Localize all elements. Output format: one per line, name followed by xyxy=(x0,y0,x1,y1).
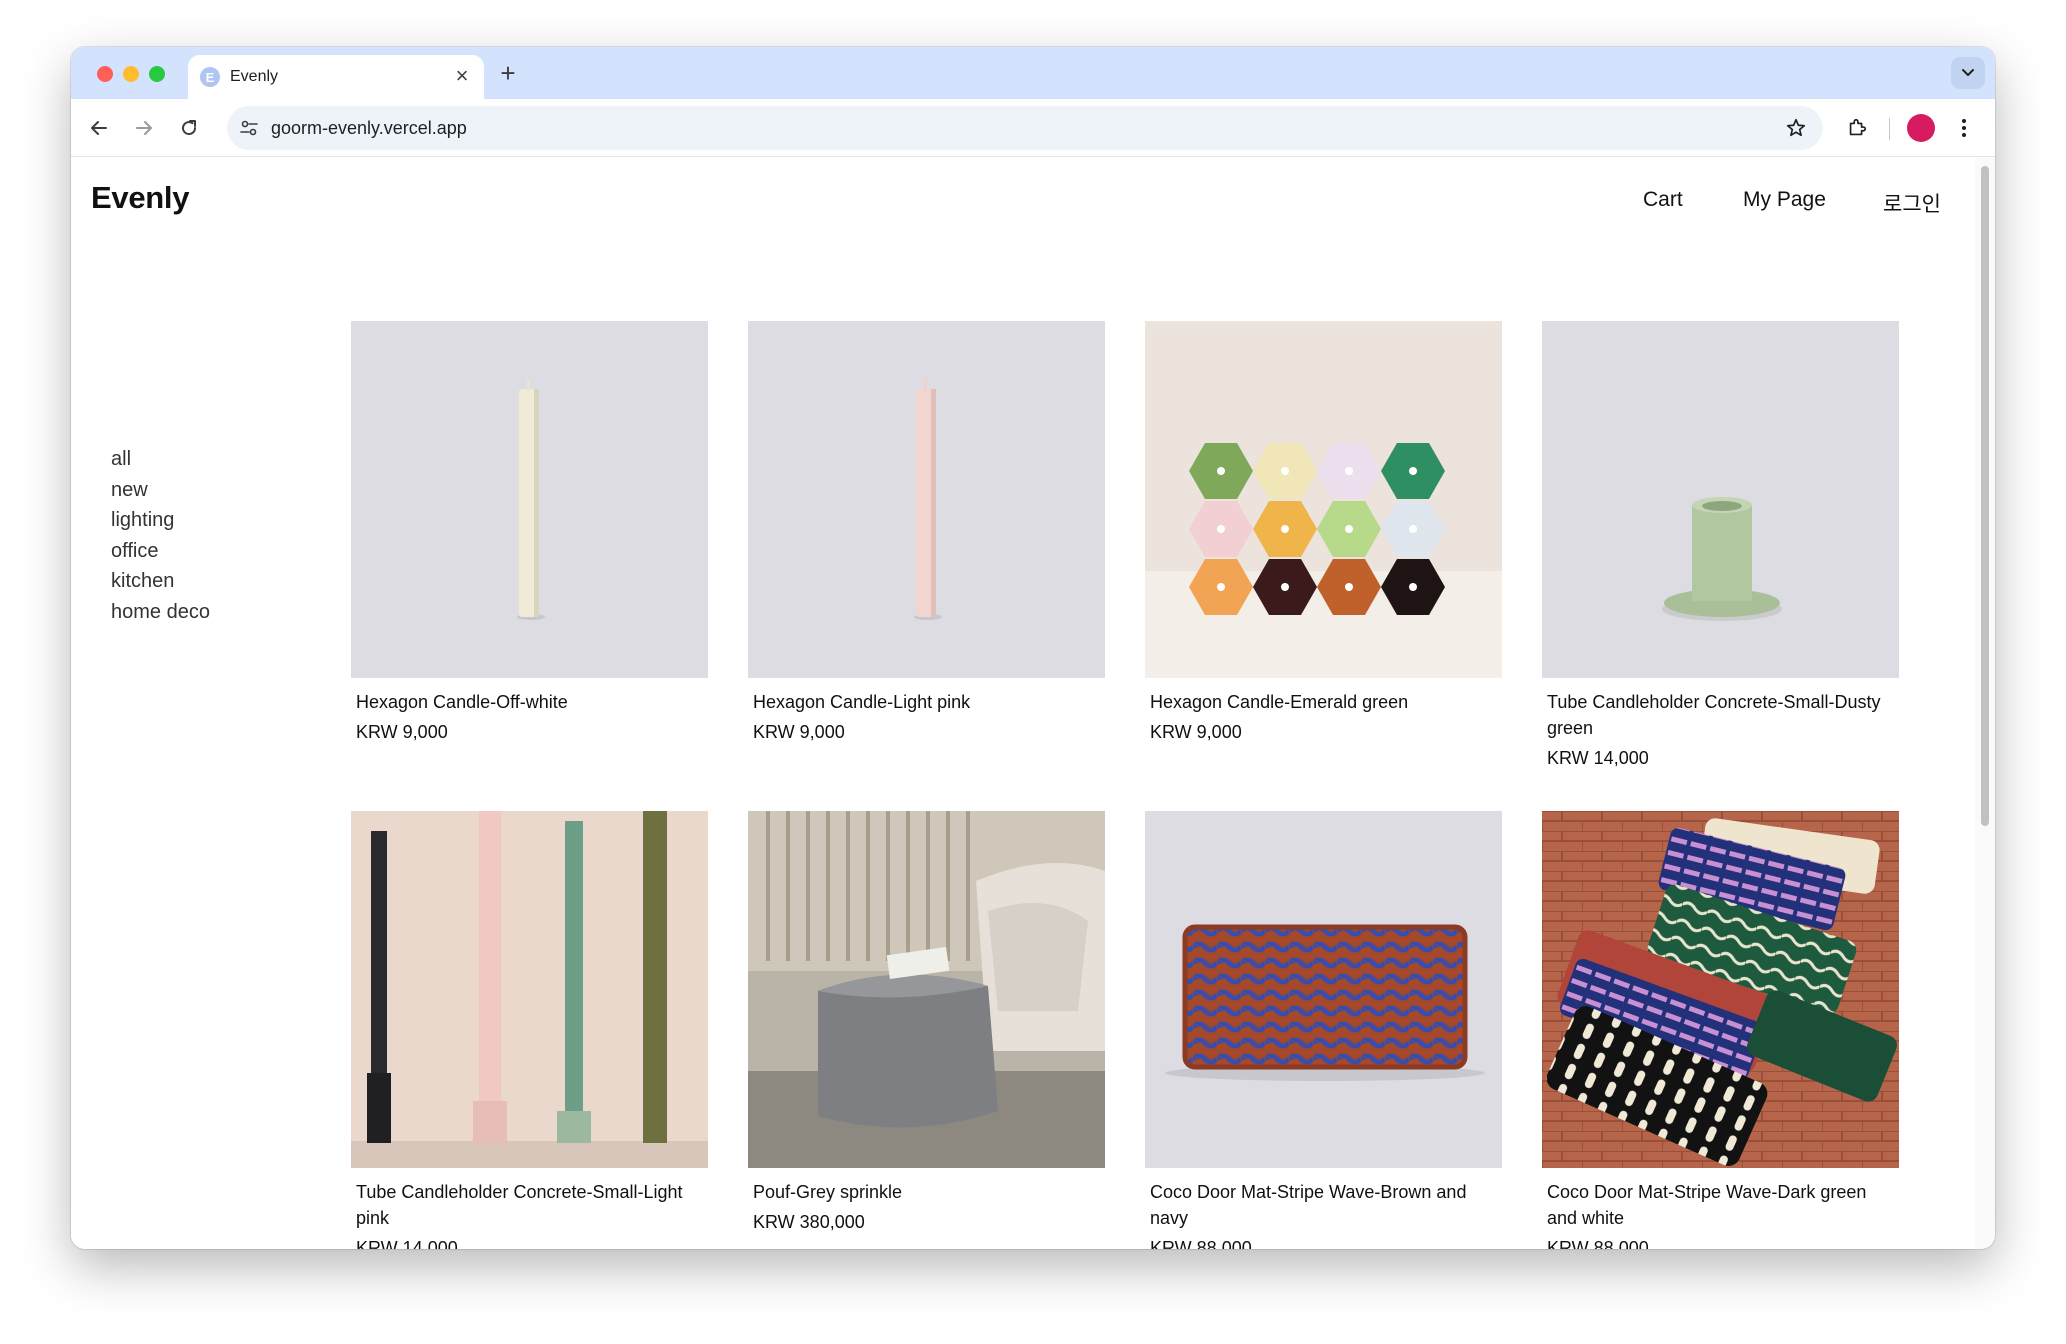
kebab-menu-icon xyxy=(1962,119,1966,137)
product-image[interactable] xyxy=(1542,321,1899,678)
product-image[interactable] xyxy=(748,811,1105,1168)
category-office[interactable]: office xyxy=(111,536,210,567)
arrow-left-icon xyxy=(91,121,107,135)
product-name[interactable]: Hexagon Candle-Off-white xyxy=(351,689,708,715)
product-card[interactable]: Hexagon Candle-Off-white KRW 9,000 xyxy=(351,321,708,745)
browser-menu-button[interactable] xyxy=(1951,112,1977,144)
tab-search-button[interactable] xyxy=(1951,57,1985,89)
favicon-icon: E xyxy=(200,67,220,87)
category-all[interactable]: all xyxy=(111,444,210,475)
category-new[interactable]: new xyxy=(111,475,210,506)
product-name[interactable]: Coco Door Mat-Stripe Wave-Brown and navy xyxy=(1145,1179,1502,1231)
product-image[interactable] xyxy=(351,811,708,1168)
product-card[interactable]: Coco Door Mat-Stripe Wave-Brown and navy… xyxy=(1145,811,1502,1249)
extensions-button[interactable] xyxy=(1841,112,1873,144)
product-card[interactable]: Tube Candleholder Concrete-Small-Light p… xyxy=(351,811,708,1249)
product-card[interactable]: Hexagon Candle-Emerald green KRW 9,000 xyxy=(1145,321,1502,745)
product-image[interactable] xyxy=(1145,811,1502,1168)
browser-window: E Evenly × + goorm-evenly.vercel.app Eve… xyxy=(71,47,1995,1249)
product-name[interactable]: Tube Candleholder Concrete-Small-Dusty g… xyxy=(1542,689,1899,741)
nav-my-page[interactable]: My Page xyxy=(1743,188,1826,212)
scrollbar-thumb[interactable] xyxy=(1981,166,1989,826)
toolbar-divider xyxy=(1889,118,1890,140)
nav-cart[interactable]: Cart xyxy=(1643,188,1683,212)
close-window-button[interactable] xyxy=(97,66,113,82)
tab-title: Evenly xyxy=(230,68,279,85)
site-settings-icon[interactable] xyxy=(237,116,261,140)
product-price: KRW 9,000 xyxy=(356,722,448,742)
product-name[interactable]: Hexagon Candle-Light pink xyxy=(748,689,1105,715)
product-name[interactable]: Pouf-Grey sprinkle xyxy=(748,1179,1105,1205)
page-scrollbar[interactable] xyxy=(1975,158,1995,1249)
product-name[interactable]: Hexagon Candle-Emerald green xyxy=(1145,689,1502,715)
address-bar[interactable]: goorm-evenly.vercel.app xyxy=(227,106,1823,150)
zoom-window-button[interactable] xyxy=(149,66,165,82)
page-content: Evenly Cart My Page 로그인 all new lighting… xyxy=(71,158,1975,1249)
minimize-window-button[interactable] xyxy=(123,66,139,82)
product-image[interactable] xyxy=(1542,811,1899,1168)
product-card[interactable]: Tube Candleholder Concrete-Small-Dusty g… xyxy=(1542,321,1899,771)
tab-bar: E Evenly × + xyxy=(71,47,1995,99)
browser-tab[interactable]: E Evenly × xyxy=(188,55,484,99)
category-lighting[interactable]: lighting xyxy=(111,505,210,536)
product-image[interactable] xyxy=(1145,321,1502,678)
product-card[interactable]: Hexagon Candle-Light pink KRW 9,000 xyxy=(748,321,1105,745)
profile-avatar[interactable] xyxy=(1907,114,1935,142)
puzzle-icon xyxy=(1849,118,1867,136)
back-button[interactable] xyxy=(83,112,115,144)
product-price: KRW 14,000 xyxy=(356,1238,458,1249)
nav-login[interactable]: 로그인 xyxy=(1883,188,1941,218)
product-price: KRW 88,000 xyxy=(1547,1238,1649,1249)
product-price: KRW 380,000 xyxy=(753,1212,865,1232)
chevron-down-icon xyxy=(1962,69,1974,76)
bookmark-star-icon[interactable] xyxy=(1783,115,1809,141)
product-price: KRW 9,000 xyxy=(1150,722,1242,742)
product-name[interactable]: Coco Door Mat-Stripe Wave-Dark green and… xyxy=(1542,1179,1899,1231)
product-price: KRW 88,000 xyxy=(1150,1238,1252,1249)
product-image[interactable] xyxy=(748,321,1105,678)
site-logo[interactable]: Evenly xyxy=(91,180,189,216)
category-sidebar: all new lighting office kitchen home dec… xyxy=(111,444,210,627)
product-price: KRW 9,000 xyxy=(753,722,845,742)
forward-button[interactable] xyxy=(128,112,160,144)
product-card[interactable]: Pouf-Grey sprinkle KRW 380,000 xyxy=(748,811,1105,1235)
product-card[interactable]: Coco Door Mat-Stripe Wave-Dark green and… xyxy=(1542,811,1899,1249)
category-kitchen[interactable]: kitchen xyxy=(111,566,210,597)
arrow-right-icon xyxy=(136,121,152,135)
url-text: goorm-evenly.vercel.app xyxy=(271,118,467,138)
reload-icon xyxy=(182,120,197,136)
product-price: KRW 14,000 xyxy=(1547,748,1649,768)
close-tab-icon[interactable]: × xyxy=(450,64,474,88)
new-tab-icon[interactable]: + xyxy=(493,58,523,88)
browser-toolbar: goorm-evenly.vercel.app xyxy=(71,99,1995,157)
product-name[interactable]: Tube Candleholder Concrete-Small-Light p… xyxy=(351,1179,708,1231)
category-home-deco[interactable]: home deco xyxy=(111,597,210,628)
reload-button[interactable] xyxy=(173,112,205,144)
product-image[interactable] xyxy=(351,321,708,678)
